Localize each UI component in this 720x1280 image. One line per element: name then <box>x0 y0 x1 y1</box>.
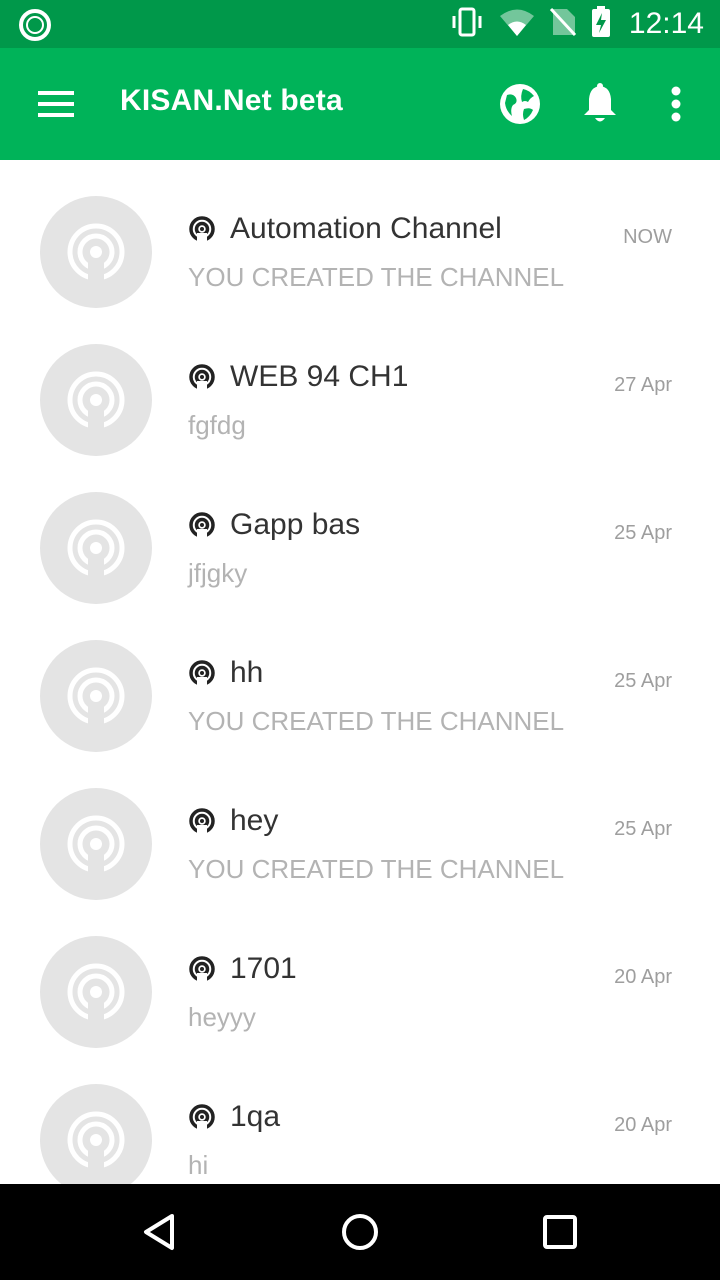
channel-type-icon <box>188 1102 218 1132</box>
channel-row[interactable]: 1qa hi 20 Apr <box>0 1048 720 1184</box>
channel-timestamp: 25 Apr <box>614 818 672 840</box>
channel-avatar <box>40 344 152 456</box>
wifi-icon <box>499 7 535 42</box>
channel-avatar <box>40 1084 152 1184</box>
overflow-menu-button[interactable] <box>648 76 704 132</box>
channel-timestamp: NOW <box>623 226 672 248</box>
app-ring-icon <box>18 8 52 42</box>
channel-avatar <box>40 492 152 604</box>
channel-last-message: YOU CREATED THE CHANNEL <box>188 706 565 736</box>
channel-row[interactable]: WEB 94 CH1 fgfdg 27 Apr <box>0 308 720 456</box>
channel-type-icon <box>188 954 218 984</box>
status-bar: 12:14 <box>0 0 720 48</box>
broadcast-icon <box>67 223 125 282</box>
channel-type-icon <box>188 510 218 540</box>
broadcast-icon <box>67 371 125 430</box>
channel-type-icon <box>188 214 218 244</box>
channel-last-message: hi <box>188 1150 209 1180</box>
back-icon <box>144 1214 174 1250</box>
menu-button[interactable] <box>24 76 88 132</box>
more-vert-icon <box>671 86 681 122</box>
broadcast-icon <box>67 963 125 1022</box>
channel-last-message: YOU CREATED THE CHANNEL <box>188 262 565 292</box>
vibrate-icon <box>449 7 485 42</box>
channel-timestamp: 27 Apr <box>614 374 672 396</box>
broadcast-icon <box>67 667 125 726</box>
channel-type-icon <box>188 806 218 836</box>
channel-last-message: heyyy <box>188 1002 256 1032</box>
broadcast-icon <box>67 1111 125 1170</box>
channel-last-message: YOU CREATED THE CHANNEL <box>188 854 565 884</box>
menu-icon <box>38 91 74 117</box>
channel-row[interactable]: hh YOU CREATED THE CHANNEL 25 Apr <box>0 604 720 752</box>
channel-last-message: jfjgky <box>188 558 248 588</box>
globe-button[interactable] <box>492 76 548 132</box>
channel-last-message: fgfdg <box>188 410 246 440</box>
recents-icon <box>543 1215 577 1249</box>
channel-timestamp: 25 Apr <box>614 522 672 544</box>
channel-name: 1701 <box>230 952 297 985</box>
channel-name: hh <box>230 656 264 689</box>
broadcast-icon <box>67 519 125 578</box>
channel-avatar <box>40 640 152 752</box>
nav-home-button[interactable] <box>330 1202 390 1262</box>
app-title: KISAN.Net beta <box>120 84 343 117</box>
channel-avatar <box>40 788 152 900</box>
channel-name: 1qa <box>230 1100 281 1133</box>
battery-charging-icon <box>591 5 611 43</box>
channel-row[interactable]: Gapp bas jfjgky 25 Apr <box>0 456 720 604</box>
channel-row[interactable]: 1701 heyyy 20 Apr <box>0 900 720 1048</box>
channel-avatar <box>40 196 152 308</box>
home-icon <box>342 1214 378 1250</box>
channel-name: Automation Channel <box>230 212 502 245</box>
broadcast-icon <box>67 815 125 874</box>
system-nav-bar <box>0 1184 720 1280</box>
channel-name: hey <box>230 804 279 837</box>
channel-type-icon <box>188 362 218 392</box>
channel-row[interactable]: hey YOU CREATED THE CHANNEL 25 Apr <box>0 752 720 900</box>
notifications-button[interactable] <box>572 76 628 132</box>
channel-avatar <box>40 936 152 1048</box>
channel-timestamp: 20 Apr <box>614 966 672 988</box>
channel-timestamp: 25 Apr <box>614 670 672 692</box>
channel-type-icon <box>188 658 218 688</box>
globe-icon <box>500 84 540 124</box>
channel-timestamp: 20 Apr <box>614 1114 672 1136</box>
channel-row[interactable]: Automation Channel YOU CREATED THE CHANN… <box>0 160 720 308</box>
channel-name: WEB 94 CH1 <box>230 360 409 393</box>
channel-name: Gapp bas <box>230 508 361 541</box>
nav-recents-button[interactable] <box>530 1202 590 1262</box>
no-sim-icon <box>549 7 577 42</box>
app-bar: KISAN.Net beta <box>0 48 720 160</box>
channel-list: Automation Channel YOU CREATED THE CHANN… <box>0 160 720 1184</box>
status-time: 12:14 <box>628 7 704 40</box>
nav-back-button[interactable] <box>130 1202 190 1262</box>
bell-icon <box>584 83 616 122</box>
